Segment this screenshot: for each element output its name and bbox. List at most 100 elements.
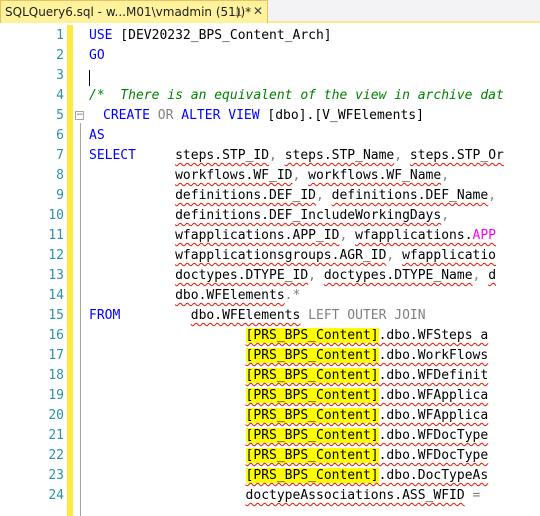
highlighted-database: [PRS_BPS_Content]: [245, 408, 379, 423]
database-name: [DEV20232_BPS_Content_Arch]: [112, 28, 332, 43]
keyword-select: SELECT: [89, 148, 136, 163]
code-line-7: SELECT steps.STP_ID, steps.STP_Name, ste…: [89, 146, 504, 166]
line-number: 23: [48, 468, 64, 483]
column-ref: wfapplicatio: [402, 248, 496, 263]
code-editor[interactable]: 1 2 3 4 5 6 7 8 9 10 11 12 13 14 15 16 1…: [0, 25, 540, 516]
line-number: 17: [48, 348, 64, 363]
comma: ,: [394, 148, 410, 163]
code-line-2: GO: [89, 46, 105, 66]
line-number: 16: [48, 328, 64, 343]
code-line-20: [PRS_BPS_Content].dbo.WFApplica: [89, 406, 488, 426]
line-number: 15: [48, 308, 64, 323]
highlighted-database: [PRS_BPS_Content]: [245, 468, 379, 483]
line-number: 12: [48, 248, 64, 263]
close-icon[interactable]: ✕: [253, 4, 263, 18]
line-number: 21: [48, 428, 64, 443]
code-line-23: [PRS_BPS_Content].dbo.DocTypeAs: [89, 466, 488, 486]
code-line-18: [PRS_BPS_Content].dbo.WFDefinit: [89, 366, 488, 386]
wildcard: .*: [284, 288, 301, 303]
highlighted-database: [PRS_BPS_Content]: [245, 348, 379, 363]
column-ref: wfapplications.: [355, 228, 473, 243]
comma: ,: [339, 228, 356, 243]
code-line-24: doctypeAssociations.ASS_WFID =: [89, 486, 481, 506]
column-ref: definitions.DEF_IncludeWorkingDays: [175, 208, 442, 223]
code-line-21: [PRS_BPS_Content].dbo.WFDocType: [89, 426, 488, 446]
document-tab-bar: SQLQuery6.sql - w...M01\vmadmin (51))* ⫫…: [0, 0, 540, 23]
code-line-6: AS: [89, 126, 105, 146]
line-number: 11: [48, 228, 64, 243]
line-number: 14: [48, 288, 64, 303]
keyword-as: AS: [89, 128, 105, 143]
code-line-5: CREATE OR ALTER VIEW [dbo].[V_WFElements…: [103, 106, 424, 126]
document-tab-sqlquery6[interactable]: SQLQuery6.sql - w...M01\vmadmin (51))* ⫫…: [0, 0, 268, 23]
keyword-from: FROM: [89, 308, 121, 323]
code-line-9: definitions.DEF_ID, definitions.DEF_Name…: [89, 186, 504, 206]
view-name: [dbo].[V_WFElements]: [259, 108, 424, 123]
comma: ,: [441, 208, 450, 223]
operator: =: [464, 488, 481, 503]
line-number: 6: [56, 128, 64, 143]
code-line-8: workflows.WF_ID, workflows.WF_Name,: [89, 166, 449, 186]
change-tracking-bar: [67, 25, 73, 516]
code-line-15: FROM dbo.WFElements LEFT OUTER JOIN: [89, 306, 426, 326]
column-ref: workflows.WF_Name: [308, 168, 442, 183]
line-number: 18: [48, 368, 64, 383]
table-ref: .dbo.WFApplica: [378, 408, 489, 423]
highlighted-database: [PRS_BPS_Content]: [245, 448, 379, 463]
line-number: 9: [56, 188, 64, 203]
code-line-13: doctypes.DTYPE_ID, doctypes.DTYPE_Name, …: [89, 266, 496, 286]
outline-region-line: [80, 123, 81, 516]
keyword-create: CREATE: [103, 108, 150, 123]
keyword-use: USE: [89, 28, 113, 43]
keyword-or: OR: [157, 108, 174, 123]
table-ref: dbo.WFElements: [175, 288, 285, 303]
pin-icon[interactable]: ⫫: [235, 5, 242, 20]
table-ref: .dbo.WFSteps a: [378, 328, 489, 343]
code-line-14: dbo.WFElements.*: [89, 286, 300, 306]
line-number: 13: [48, 268, 64, 283]
comma: ,: [292, 168, 309, 183]
table-ref: .dbo.WFApplica: [378, 388, 489, 403]
code-line-17: [PRS_BPS_Content].dbo.WorkFlows: [89, 346, 488, 366]
table-ref: .dbo.WFDocType: [378, 448, 489, 463]
column-ref: steps.STP_ID: [175, 148, 270, 163]
column-ref: steps.STP_Or: [409, 148, 504, 163]
line-number: 3: [56, 68, 64, 83]
comment: /* There is an equivalent of the view in…: [89, 88, 504, 103]
highlighted-database: [PRS_BPS_Content]: [245, 388, 379, 403]
table-ref: dbo.WFElements: [190, 308, 301, 323]
line-number: 19: [48, 388, 64, 403]
function-name: APP: [472, 228, 497, 243]
comma: ,: [315, 188, 332, 203]
tab-title: SQLQuery6.sql - w...M01\vmadmin (51))*: [5, 5, 252, 19]
column-ref: definitions.DEF_ID: [175, 188, 316, 203]
keyword-left-outer-join: LEFT OUTER JOIN: [300, 308, 426, 323]
column-ref: wfapplicationsgroups.AGR_ID: [175, 248, 387, 263]
comma: ,: [308, 268, 324, 283]
column-ref: doctypeAssociations.ASS_WFID: [245, 488, 465, 503]
comma: ,: [269, 148, 285, 163]
line-number: 22: [48, 448, 64, 463]
collapse-region-icon[interactable]: −: [75, 111, 84, 120]
comma: ,: [386, 248, 403, 263]
code-line-1: USE [DEV20232_BPS_Content_Arch]: [89, 26, 332, 46]
line-number: 2: [56, 48, 64, 63]
table-ref: .dbo.WFDocType: [378, 428, 489, 443]
line-number: 7: [56, 148, 64, 163]
table-ref: .dbo.DocTypeAs: [378, 468, 489, 483]
line-number: 8: [56, 168, 64, 183]
code-line-12: wfapplicationsgroups.AGR_ID, wfapplicati…: [89, 246, 496, 266]
